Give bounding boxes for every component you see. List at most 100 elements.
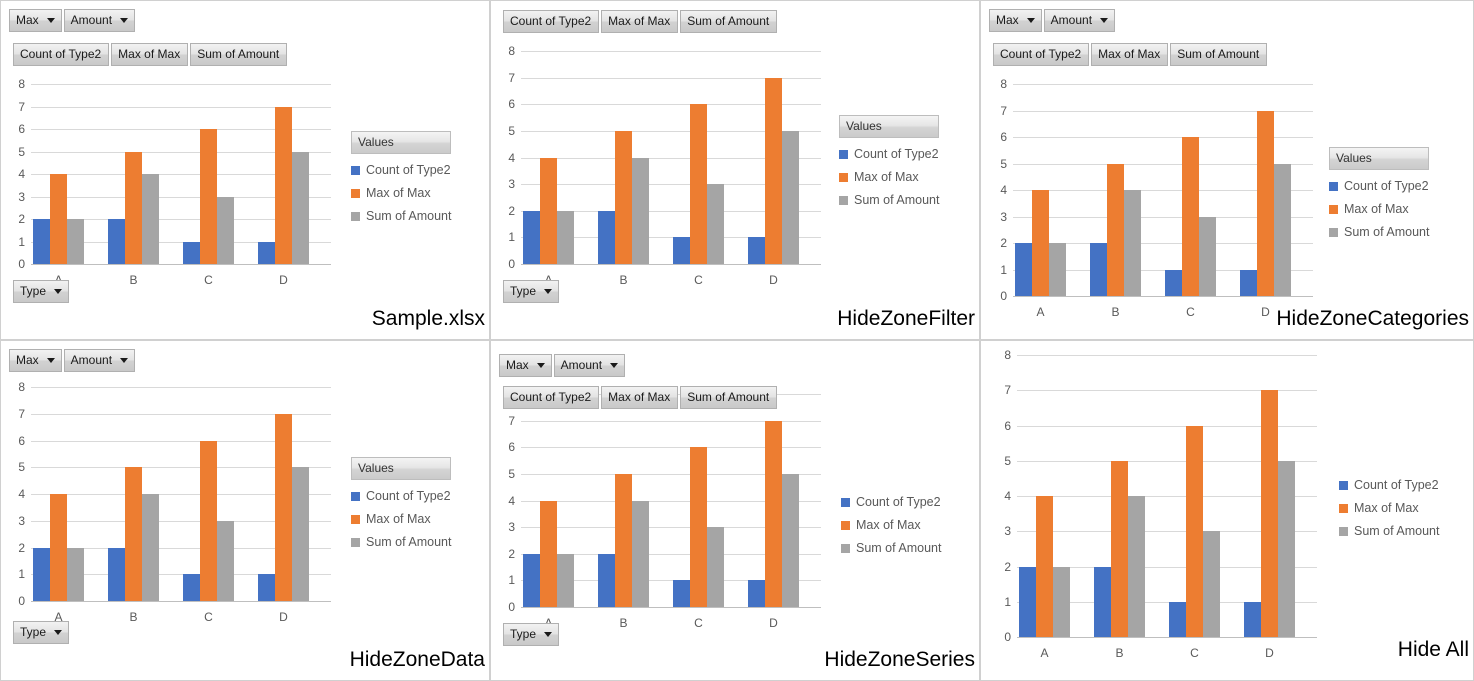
chart-legend-hide-zone-data: Values Count of Type2 Max of Max Sum of Amo…	[351, 457, 452, 558]
field-button-label: Amount	[70, 13, 113, 27]
bar-count-of-type2-A	[33, 547, 50, 601]
x-axis-category-label-C: C	[694, 616, 703, 630]
legend-item-label: Sum of Amount	[366, 209, 452, 223]
y-axis-tick-label: 3	[1004, 524, 1011, 539]
field-button-label: Sum of Amount	[687, 390, 770, 404]
x-axis-category-label-B: B	[129, 610, 138, 624]
bar-max-of-max-B	[615, 130, 632, 264]
value-field-button-count-of-type2[interactable]: Count of Type2	[13, 43, 110, 66]
legend-item-max-of-max[interactable]: Max of Max	[1329, 202, 1429, 216]
filter-field-button-max[interactable]: Max	[499, 354, 552, 377]
panel-caption-sample: Sample.xlsx	[371, 307, 485, 330]
bar-max-of-max-D	[275, 413, 292, 601]
chart-plot-area-hide-zone-data: 012345678ABCD	[18, 380, 331, 624]
value-field-button-max-of-max[interactable]: Max of Max	[1091, 43, 1169, 66]
axis-field-button-type[interactable]: Type	[13, 280, 70, 303]
gridline-0	[1013, 296, 1313, 297]
plot-inner: 012345678ABCD	[508, 44, 821, 287]
filter-field-button-max[interactable]: Max	[989, 9, 1042, 32]
axis-field-button-type[interactable]: Type	[503, 623, 560, 646]
legend-item-label: Max of Max	[854, 170, 919, 184]
x-axis-category-label-D: D	[1261, 305, 1270, 319]
bar-max-of-max-B	[1107, 163, 1124, 296]
filter-field-button-max[interactable]: Max	[9, 349, 62, 372]
legend-title-values[interactable]: Values	[351, 131, 452, 154]
y-axis-tick-label: 3	[508, 520, 515, 535]
panel-caption-hide-zone-series: HideZoneSeries	[824, 648, 975, 671]
value-field-button-count-of-type2[interactable]: Count of Type2	[503, 386, 600, 409]
legend-swatch-icon	[1339, 480, 1348, 490]
bar-count-of-type2-A	[523, 210, 540, 264]
bar-group-D	[1238, 84, 1315, 296]
bar-group-C	[181, 387, 258, 601]
y-axis-tick-label: 4	[18, 487, 25, 501]
legend-item-count-of-type2[interactable]: Count of Type2	[1339, 478, 1439, 492]
legend-swatch-icon	[351, 537, 360, 547]
value-field-button-max-of-max[interactable]: Max of Max	[111, 43, 189, 66]
y-axis-tick-label: 7	[18, 99, 25, 114]
bar-max-of-max-B	[615, 473, 632, 607]
legend-item-label: Max of Max	[366, 512, 431, 526]
legend-item-max-of-max[interactable]: Max of Max	[1339, 501, 1439, 515]
bar-sum-of-amount-D	[1278, 460, 1295, 637]
legend-swatch-icon	[1339, 503, 1348, 513]
y-axis-tick-label: 6	[508, 440, 515, 455]
value-field-button-count-of-type2[interactable]: Count of Type2	[993, 43, 1090, 66]
x-axis-category-label-C: C	[204, 610, 213, 624]
value-field-button-sum-of-amount[interactable]: Sum of Amount	[680, 386, 778, 409]
bar-max-of-max-A	[1032, 190, 1049, 296]
chevron-down-icon	[544, 631, 553, 637]
legend-item-label: Count of Type2	[854, 147, 939, 161]
legend-item-label: Max of Max	[856, 518, 921, 532]
filter-field-button-amount[interactable]: Amount	[63, 349, 136, 372]
axis-field-button-type[interactable]: Type	[503, 280, 560, 303]
value-field-button-count-of-type2[interactable]: Count of Type2	[503, 10, 600, 33]
filter-field-button-max[interactable]: Max	[9, 9, 62, 32]
legend-item-count-of-type2[interactable]: Count of Type2	[841, 495, 941, 509]
legend-item-sum-of-amount[interactable]: Sum of Amount	[1329, 225, 1429, 239]
bar-sum-of-amount-D	[782, 130, 799, 264]
report-filter-zone-hide-zone-series: Max Amount	[499, 354, 626, 377]
legend-item-count-of-type2[interactable]: Count of Type2	[839, 147, 939, 161]
legend-title-values[interactable]: Values	[351, 457, 452, 480]
value-field-button-sum-of-amount[interactable]: Sum of Amount	[190, 43, 288, 66]
value-field-button-sum-of-amount[interactable]: Sum of Amount	[680, 10, 778, 33]
legend-item-max-of-max[interactable]: Max of Max	[351, 186, 451, 200]
legend-item-sum-of-amount[interactable]: Sum of Amount	[841, 541, 941, 555]
y-axis-tick-label: 4	[508, 493, 515, 508]
value-field-button-max-of-max[interactable]: Max of Max	[601, 10, 679, 33]
legend-item-sum-of-amount[interactable]: Sum of Amount	[351, 209, 451, 223]
bar-max-of-max-D	[765, 77, 782, 264]
legend-item-max-of-max[interactable]: Max of Max	[841, 518, 941, 532]
legend-item-count-of-type2[interactable]: Count of Type2	[1329, 179, 1429, 193]
x-axis-category-label-C: C	[1186, 305, 1195, 319]
filter-field-button-amount[interactable]: Amount	[1043, 9, 1116, 32]
legend-item-sum-of-amount[interactable]: Sum of Amount	[1339, 524, 1439, 538]
bar-group-C	[1167, 355, 1244, 637]
bar-count-of-type2-C	[183, 241, 200, 264]
axis-field-button-type[interactable]: Type	[13, 621, 70, 644]
value-field-button-sum-of-amount[interactable]: Sum of Amount	[1170, 43, 1268, 66]
legend-item-label: Max of Max	[1354, 501, 1419, 515]
values-zone-hide-zone-filter: Count of Type2 Max of Max Sum of Amount	[503, 10, 778, 33]
pivot-chart-panel-sample: Max Amount Count of Type2 Max of Max Sum of …	[0, 0, 490, 340]
filter-field-button-amount[interactable]: Amount	[553, 354, 626, 377]
filter-field-button-amount[interactable]: Amount	[63, 9, 136, 32]
chart-legend-hide-zone-filter: Values Count of Type2 Max of Max Sum of Amo…	[839, 115, 940, 216]
legend-item-count-of-type2[interactable]: Count of Type2	[351, 163, 451, 177]
chevron-down-icon	[54, 629, 63, 635]
legend-item-max-of-max[interactable]: Max of Max	[351, 512, 451, 526]
x-axis-category-label-D: D	[1265, 646, 1274, 660]
bar-max-of-max-A	[50, 174, 67, 264]
legend-item-sum-of-amount[interactable]: Sum of Amount	[351, 535, 451, 549]
legend-title-values[interactable]: Values	[1329, 147, 1430, 170]
legend-item-sum-of-amount[interactable]: Sum of Amount	[839, 193, 939, 207]
legend-item-max-of-max[interactable]: Max of Max	[839, 170, 939, 184]
legend-item-count-of-type2[interactable]: Count of Type2	[351, 489, 451, 503]
bar-group-C	[671, 51, 748, 264]
x-axis-category-label-D: D	[769, 273, 778, 287]
legend-item-label: Sum of Amount	[854, 193, 940, 207]
y-axis-tick-label: 0	[18, 594, 25, 608]
legend-title-values[interactable]: Values	[839, 115, 940, 138]
value-field-button-max-of-max[interactable]: Max of Max	[601, 386, 679, 409]
